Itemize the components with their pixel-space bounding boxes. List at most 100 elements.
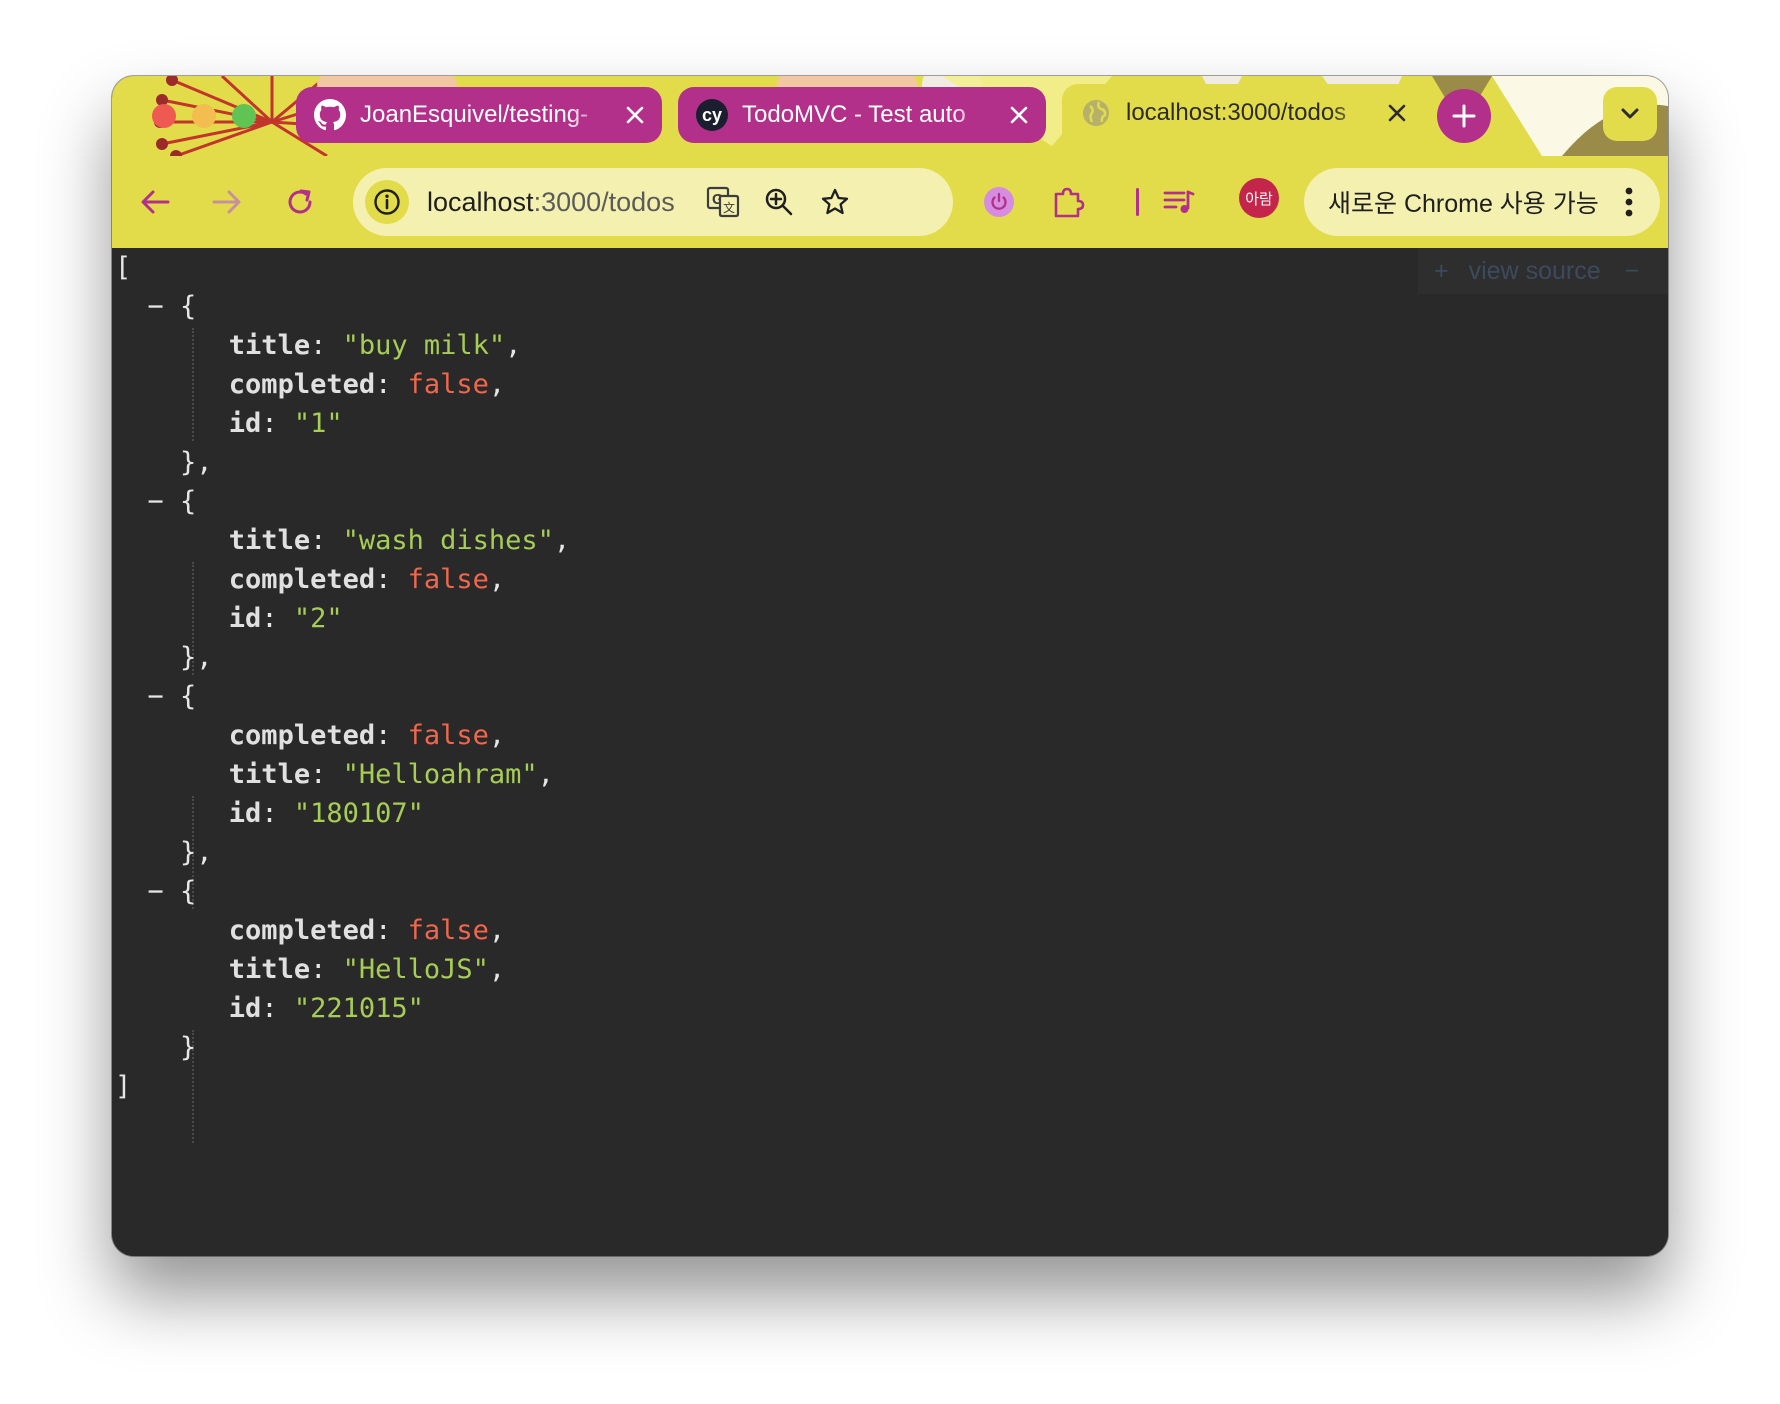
json-key: completed [228,915,376,946]
json-object-close: }, [115,837,213,868]
json-object-open: − { [147,486,197,517]
toolbar-separator [1136,188,1139,216]
collapse-toggle[interactable]: − [148,681,164,712]
json-key: title [228,759,311,790]
json-key: completed [228,369,376,400]
chevron-down-icon [1621,108,1639,119]
translate-button[interactable]: G文 [699,178,747,226]
json-array-close: ] [115,1071,132,1102]
expand-all-button[interactable]: + [1434,257,1449,286]
translate-icon: G文 [706,186,740,218]
tab-github[interactable]: JoanEsquivel/testing- [296,87,662,143]
json-key: id [228,798,262,829]
json-property: completed: false, [228,915,506,946]
power-icon [984,187,1014,217]
json-key: title [228,954,311,985]
cypress-icon-text: cy [701,104,723,125]
json-object-close: }, [115,642,213,673]
json-value: "HelloJS" [342,954,489,985]
globe-icon [1080,97,1112,129]
window-close-button[interactable] [152,104,176,128]
zoom-button[interactable] [755,178,803,226]
window-maximize-button[interactable] [232,104,256,128]
json-key: id [228,408,262,439]
arrow-left-icon [141,190,170,214]
json-property: id: "180107" [228,798,424,829]
back-button[interactable] [131,178,179,226]
tab-title: TodoMVC - Test auto [742,101,966,128]
toolbar: localhost:3000/todos G文 아람 새로운 Chrome 사용… [112,156,1668,248]
tab-strip: JoanEsquivel/testing- cy TodoMVC - Test … [112,76,1668,156]
url-host: localhost [427,187,534,217]
site-info-button[interactable] [365,180,409,224]
json-value: "2" [293,603,343,634]
json-key: completed [228,720,376,751]
json-value: "1" [293,408,343,439]
window-minimize-button[interactable] [192,104,216,128]
profile-avatar[interactable]: 아람 [1239,178,1279,218]
json-value: "wash dishes" [342,525,554,556]
json-object-close: }, [115,447,213,478]
json-property: title: "buy milk", [228,330,522,361]
json-value: false [407,720,489,751]
json-value: "buy milk" [342,330,506,361]
url-text[interactable]: localhost:3000/todos [427,168,675,236]
page-content: + view source − [ − { title: "buy milk",… [112,248,1668,1256]
json-array-open: [ [115,252,132,283]
power-extension-button[interactable] [975,178,1023,226]
json-value: false [407,369,489,400]
address-bar[interactable]: localhost:3000/todos G文 [353,168,953,236]
collapse-all-button[interactable]: − [1625,257,1640,286]
json-key: id [228,993,262,1024]
media-control-button[interactable] [1155,178,1203,226]
json-property: completed: false, [228,720,506,751]
plus-icon [1452,104,1476,128]
collapse-toggle[interactable]: − [148,291,164,322]
bookmark-button[interactable] [811,178,859,226]
svg-text:文: 文 [723,200,735,215]
json-value: "221015" [293,993,424,1024]
json-property: completed: false, [228,369,506,400]
tab-title: JoanEsquivel/testing- [360,101,589,128]
tab-todomvc[interactable]: cy TodoMVC - Test auto [678,87,1046,143]
json-key: id [228,603,262,634]
forward-button[interactable] [203,178,251,226]
more-menu-icon[interactable] [1614,178,1644,226]
playlist-music-icon [1163,190,1195,213]
close-icon[interactable] [1004,100,1034,130]
json-property: title: "HelloJS", [228,954,506,985]
view-source-link[interactable]: view source [1469,257,1601,286]
new-tab-button[interactable] [1437,89,1491,143]
update-label: 새로운 Chrome 사용 가능 [1328,190,1599,218]
url-path: :3000/todos [533,187,675,217]
tab-search-button[interactable] [1603,87,1657,141]
json-viewer-controls: + view source − [1418,248,1668,294]
json-key: completed [228,564,376,595]
arrow-right-icon [212,190,241,214]
json-property: id: "2" [228,603,343,634]
json-object-open: − { [147,876,197,907]
tab-title: localhost:3000/todos [1126,99,1347,126]
json-value: false [407,915,489,946]
star-icon [821,188,849,215]
tab-localhost-todos[interactable]: localhost:3000/todos [1062,84,1424,156]
extensions-button[interactable] [1045,178,1093,226]
json-key: title [228,525,311,556]
json-key: title [228,330,311,361]
json-property: title: "wash dishes", [228,525,571,556]
close-icon[interactable] [1382,98,1412,128]
puzzle-icon [1054,187,1085,218]
chrome-update-button[interactable]: 새로운 Chrome 사용 가능 [1304,168,1660,236]
json-property: completed: false, [228,564,506,595]
json-value: "180107" [293,798,424,829]
close-icon[interactable] [620,100,650,130]
zoom-in-icon [765,188,793,216]
json-object-close: } [115,1032,197,1063]
reload-button[interactable] [276,178,324,226]
collapse-toggle[interactable]: − [148,486,164,517]
json-property: title: "Helloahram", [228,759,554,790]
json-object-open: − { [147,681,197,712]
github-icon [314,99,346,131]
collapse-toggle[interactable]: − [148,876,164,907]
cypress-icon: cy [696,99,728,131]
